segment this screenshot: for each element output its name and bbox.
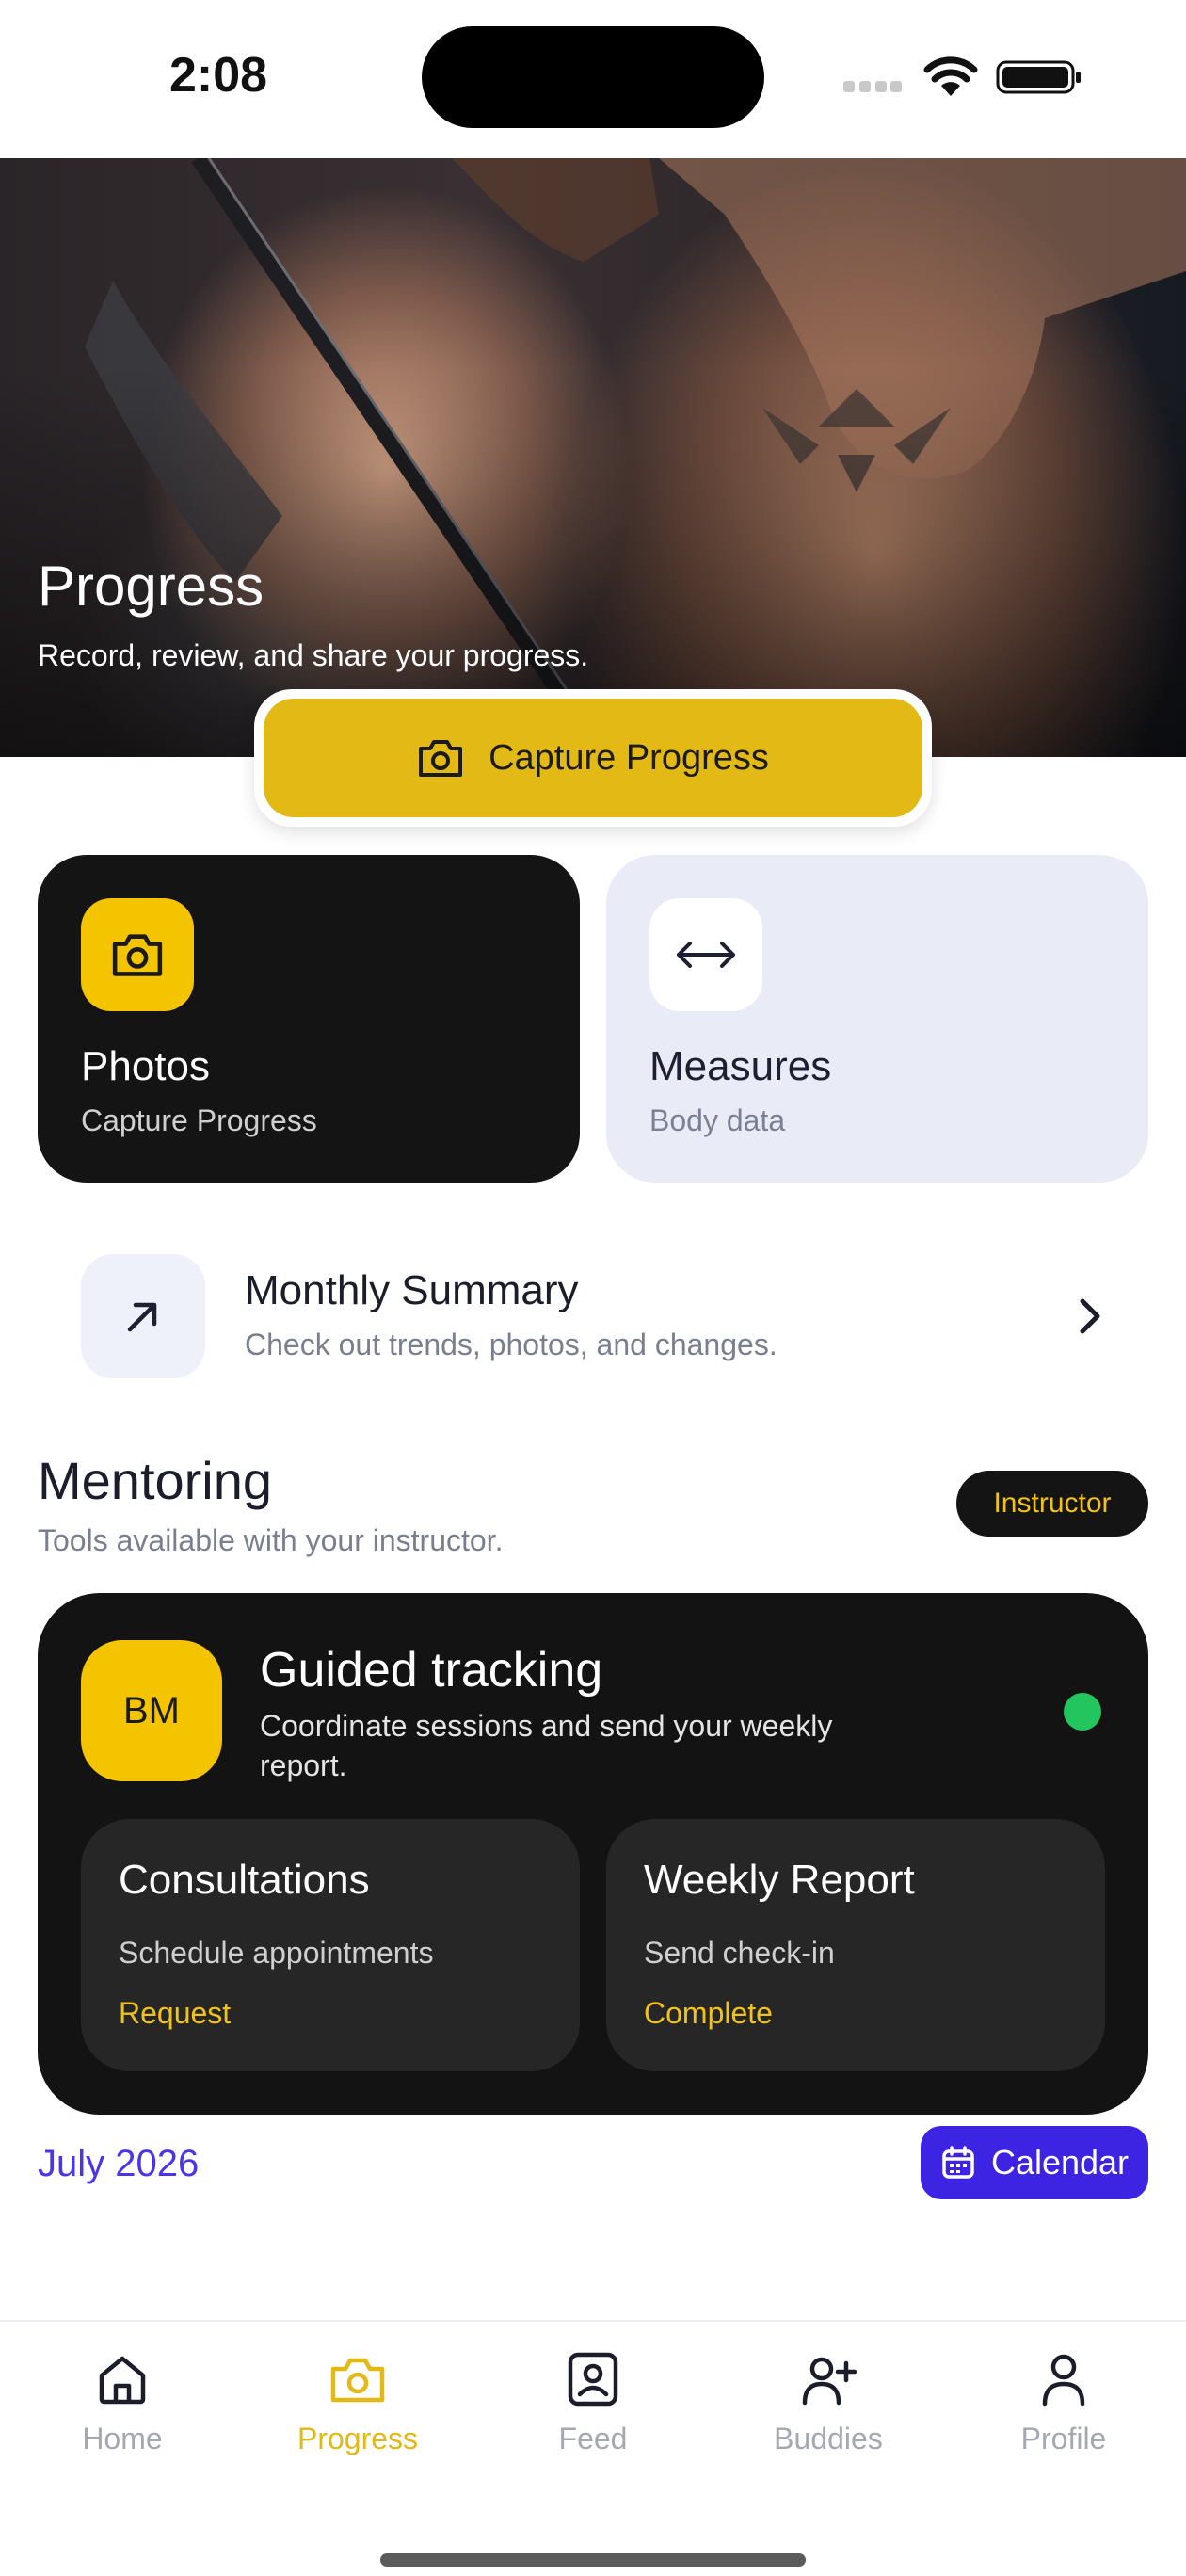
bottom-tab-bar: Home Progress Feed Buddies Profile: [0, 2320, 1186, 2576]
mentoring-subtitle: Tools available with your instructor.: [38, 1523, 504, 1557]
tab-progress-label: Progress: [296, 2422, 419, 2455]
tab-buddies-label: Buddies: [774, 2422, 883, 2455]
tab-buddies[interactable]: Buddies: [734, 2350, 922, 2482]
wifi-icon: [923, 56, 978, 96]
mentoring-title: Mentoring: [38, 1451, 273, 1510]
monthly-summary-subtitle: Check out trends, photos, and changes.: [245, 1328, 777, 1361]
avatar[interactable]: BM: [81, 1640, 222, 1781]
guided-tracking-subtitle: Coordinate sessions and send your weekly…: [260, 1709, 833, 1782]
calendar-button[interactable]: Calendar: [921, 2126, 1148, 2199]
status-online-dot: [1064, 1693, 1101, 1731]
camera-icon: [330, 2358, 385, 2403]
status-time: 2:08: [169, 48, 268, 103]
instructor-badge: Instructor: [956, 1471, 1148, 1537]
tab-home[interactable]: Home: [28, 2350, 216, 2482]
consultations-title: Consultations: [119, 1857, 370, 1903]
measures-card-subtitle: Body data: [649, 1103, 786, 1137]
summary-icon-tile: [81, 1254, 205, 1378]
consultations-card[interactable]: Consultations Schedule appointments Requ…: [81, 1819, 580, 2071]
measures-card-title: Measures: [649, 1043, 832, 1089]
camera-icon: [419, 740, 463, 777]
arrow-up-right-icon: [127, 1302, 157, 1332]
hero-banner: Progress Record, review, and share your …: [0, 158, 1186, 757]
measures-icon-tile: [649, 898, 762, 1011]
capture-progress-label: Capture Progress: [489, 737, 769, 778]
current-month-label: July 2026: [38, 2143, 200, 2184]
photos-icon-tile: [81, 898, 194, 1011]
tab-profile[interactable]: Profile: [970, 2350, 1158, 2482]
complete-link[interactable]: Complete: [644, 1996, 773, 2031]
tab-profile-label: Profile: [1020, 2422, 1107, 2455]
home-icon: [99, 2356, 146, 2405]
monthly-summary-row[interactable]: Monthly Summary Check out trends, photos…: [38, 1239, 1148, 1399]
photos-card[interactable]: Photos Capture Progress: [38, 855, 580, 1183]
weekly-report-subtitle: Send check-in: [644, 1936, 835, 1970]
tab-feed[interactable]: Feed: [499, 2350, 687, 2482]
tab-home-label: Home: [82, 2422, 163, 2455]
add-user-icon: [802, 2357, 857, 2406]
page-title: Progress: [38, 555, 264, 618]
monthly-summary-title: Monthly Summary: [245, 1267, 579, 1313]
request-link[interactable]: Request: [119, 1996, 231, 2031]
measures-card[interactable]: Measures Body data: [606, 855, 1148, 1183]
calendar-icon: [942, 2146, 974, 2179]
cellular-signal-icon: [843, 81, 902, 94]
battery-icon: [996, 60, 1081, 94]
chevron-right-icon: [1080, 1298, 1100, 1334]
weekly-report-card[interactable]: Weekly Report Send check-in Complete: [606, 1819, 1105, 2071]
photos-card-title: Photos: [81, 1043, 210, 1089]
photos-card-subtitle: Capture Progress: [81, 1103, 317, 1137]
portrait-icon: [568, 2352, 618, 2407]
guided-tracking-title: Guided tracking: [260, 1643, 603, 1698]
capture-progress-button[interactable]: Capture Progress: [254, 689, 932, 827]
tab-feed-label: Feed: [558, 2422, 628, 2455]
guided-tracking-card: BM Guided tracking Coordinate sessions a…: [38, 1593, 1148, 2115]
calendar-button-label: Calendar: [990, 2143, 1130, 2182]
consultations-subtitle: Schedule appointments: [119, 1936, 434, 1970]
tab-progress[interactable]: Progress: [264, 2350, 452, 2482]
weekly-report-title: Weekly Report: [644, 1857, 915, 1903]
camera-icon: [112, 934, 163, 976]
arrows-horizontal-icon: [677, 942, 735, 968]
home-indicator: [380, 2553, 806, 2567]
user-icon: [1042, 2354, 1085, 2407]
page-subtitle: Record, review, and share your progress.: [38, 638, 589, 672]
dynamic-island: [422, 26, 764, 128]
